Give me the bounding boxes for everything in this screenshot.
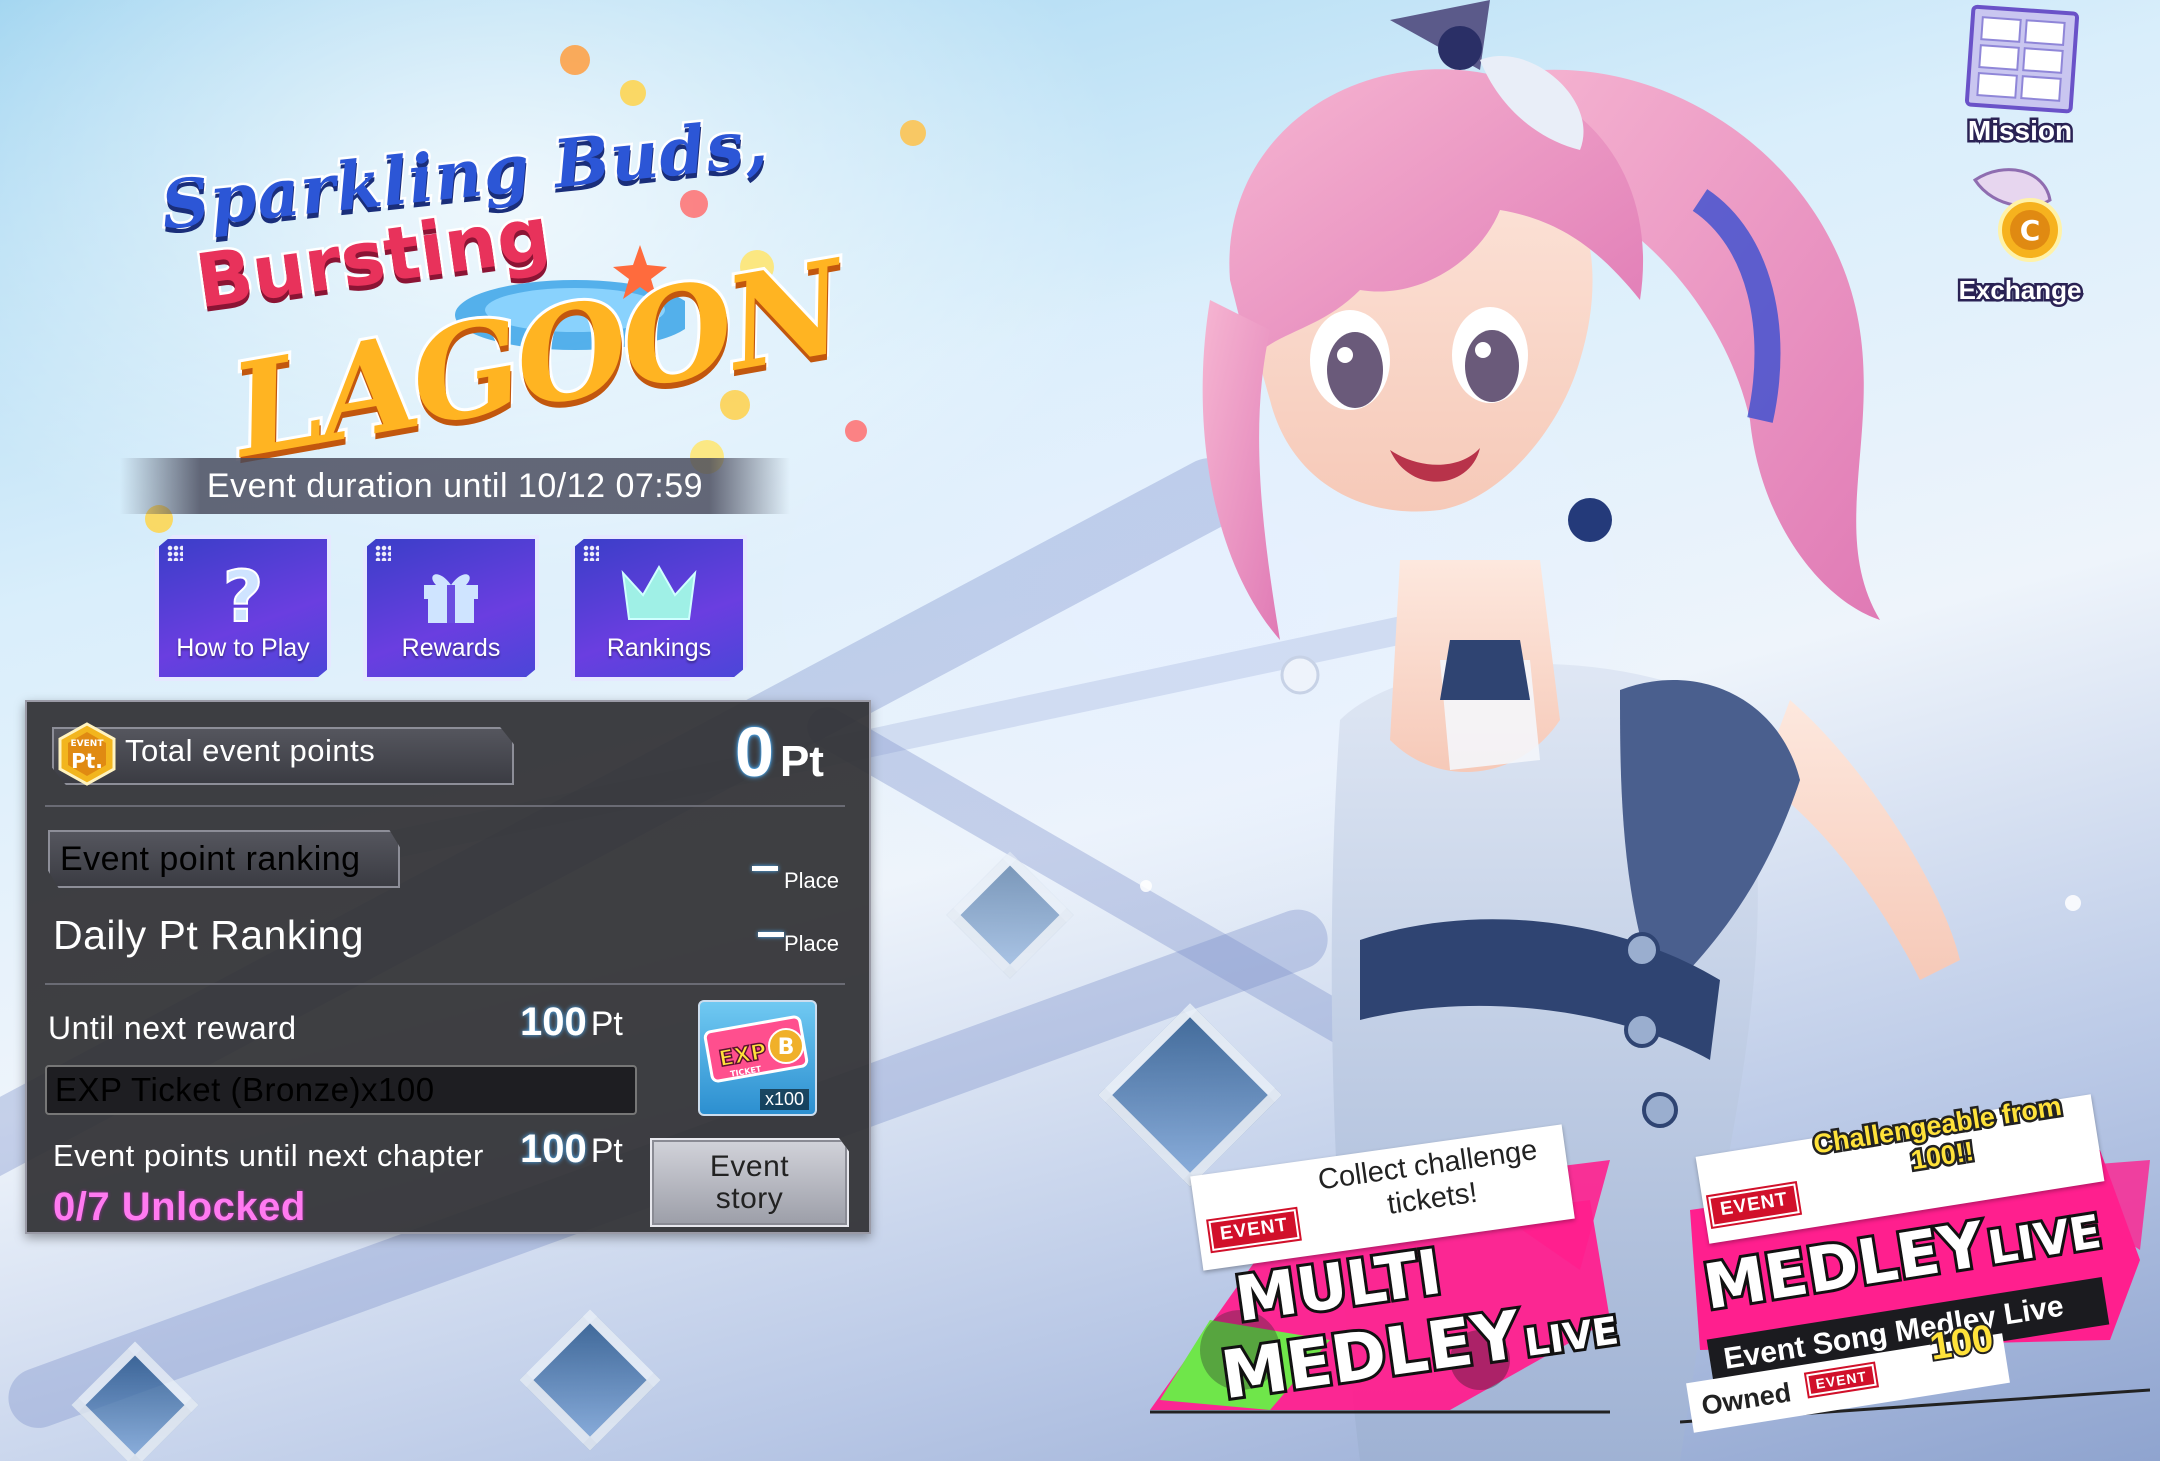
- multi-medley-title-live: LIVE: [1519, 1305, 1624, 1368]
- svg-text:C: C: [2020, 214, 2041, 247]
- medley-live-owned-tag: EVENT: [1806, 1363, 1877, 1397]
- next-chapter-unit: Pt: [590, 1132, 623, 1170]
- next-chapter-value: 100: [520, 1127, 587, 1171]
- next-reward-label: Until next reward: [48, 1010, 297, 1046]
- how-to-play-label: How to Play: [176, 634, 310, 662]
- how-to-play-button[interactable]: ? How to Play: [155, 535, 331, 681]
- svg-text:B: B: [778, 1035, 795, 1060]
- divider: [45, 983, 845, 985]
- multi-medley-live-button[interactable]: EVENT Collect challenge tickets! MULTI M…: [1150, 1120, 1624, 1420]
- svg-text:Pt.: Pt.: [71, 749, 103, 773]
- event-logo: Sparkling Buds, Bursting LAGOON: [125, 101, 856, 490]
- question-icon: ?: [222, 561, 265, 633]
- medley-live-owned-label: Owned: [1699, 1377, 1794, 1421]
- event-story-label: Event story: [709, 1149, 790, 1215]
- total-points-value-group: 0 Pt: [735, 712, 824, 792]
- rankings-label: Rankings: [606, 634, 712, 662]
- event-story-button[interactable]: Event story: [650, 1138, 849, 1227]
- next-reward-item: EXP Ticket (Bronze)x100: [45, 1065, 637, 1115]
- exchange-label[interactable]: Exchange: [1945, 273, 2095, 308]
- event-point-ranking-label: Event point ranking: [48, 830, 400, 888]
- event-screen: Sparkling Buds, Bursting LAGOON Event du…: [0, 0, 2160, 1461]
- exp-ticket-icon: EXP TICKET B: [703, 1015, 809, 1083]
- exchange-icon[interactable]: C: [1955, 160, 2085, 270]
- ticket-quantity: x100: [759, 1089, 809, 1110]
- crown-icon: [621, 564, 697, 620]
- mission-label[interactable]: Mission: [1960, 113, 2080, 149]
- corner-dots: [375, 545, 391, 561]
- rankings-button[interactable]: Rankings: [571, 535, 747, 681]
- mission-icon[interactable]: [1960, 4, 2082, 114]
- next-reward-value: 100: [520, 1000, 587, 1044]
- rewards-label: Rewards: [401, 634, 501, 662]
- corner-dots: [583, 545, 599, 561]
- total-points-unit: Pt: [779, 737, 824, 786]
- next-chapter-value-group: 100 Pt: [520, 1127, 623, 1172]
- medley-live-button[interactable]: EVENT Challengeable from 100!! MEDLEY LI…: [1680, 1088, 2150, 1433]
- daily-ranking-value: [758, 932, 784, 937]
- svg-text:EVENT: EVENT: [71, 739, 105, 749]
- gift-icon: [424, 574, 478, 623]
- rewards-button[interactable]: Rewards: [363, 535, 539, 681]
- exp-ticket-item[interactable]: EXP TICKET B x100: [698, 1000, 817, 1116]
- event-ranking-place: Place: [784, 868, 840, 893]
- event-point-icon: EVENT Pt.: [58, 722, 116, 786]
- daily-ranking-label: Daily Pt Ranking: [53, 912, 365, 958]
- chapters-unlocked: 0/7 Unlocked: [53, 1185, 306, 1229]
- next-chapter-label: Event points until next chapter: [53, 1138, 484, 1173]
- event-duration: Event duration until 10/12 07:59: [120, 458, 790, 514]
- divider: [45, 805, 845, 807]
- svg-text:?: ?: [223, 561, 264, 633]
- total-points-label: Total event points: [125, 733, 376, 768]
- corner-dots: [167, 545, 183, 561]
- total-points-value: 0: [735, 713, 774, 791]
- event-ranking-value: [752, 866, 778, 871]
- daily-ranking-place: Place: [784, 931, 840, 956]
- next-reward-unit: Pt: [590, 1005, 623, 1043]
- next-reward-value-group: 100 Pt: [520, 1000, 623, 1045]
